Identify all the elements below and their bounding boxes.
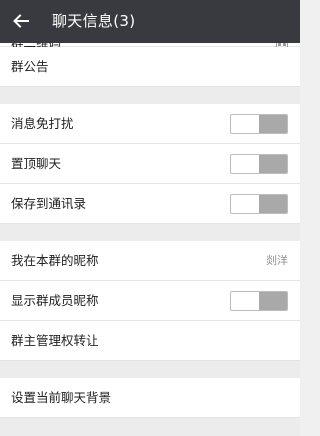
- section-divider: [0, 361, 300, 378]
- toggle-knob: [259, 115, 287, 133]
- toggle-knob: [259, 292, 287, 310]
- show-nicknames-toggle[interactable]: [230, 291, 288, 311]
- save-contacts-toggle[interactable]: [230, 194, 288, 214]
- row-announcement[interactable]: 群公告: [0, 47, 300, 87]
- row-transfer-owner[interactable]: 群主管理权转让: [0, 321, 300, 361]
- toggle-knob: [259, 155, 287, 173]
- row-my-nickname[interactable]: 我在本群的昵称 剡洋: [0, 241, 300, 281]
- row-mute[interactable]: 消息免打扰: [0, 104, 300, 144]
- chat-info-screen: 聊天信息(3) 群二维码 群公告 消息免打扰 置顶聊天: [0, 0, 300, 436]
- my-nickname-value: 剡洋: [266, 254, 288, 267]
- back-button[interactable]: [6, 6, 36, 36]
- section-divider: [0, 224, 300, 241]
- toggle-knob: [259, 195, 287, 213]
- row-show-nicknames[interactable]: 显示群成员昵称: [0, 281, 300, 321]
- transfer-owner-label: 群主管理权转让: [11, 333, 99, 348]
- sticky-label: 置顶聊天: [11, 156, 62, 171]
- mute-label: 消息免打扰: [11, 116, 74, 131]
- my-nickname-label: 我在本群的昵称: [11, 253, 99, 268]
- sticky-toggle[interactable]: [230, 154, 288, 174]
- chat-background-label: 设置当前聊天背景: [11, 390, 112, 405]
- row-sticky[interactable]: 置顶聊天: [0, 144, 300, 184]
- mute-toggle[interactable]: [230, 114, 288, 134]
- settings-list: 群二维码 群公告 消息免打扰 置顶聊天 保存到通讯录: [0, 35, 300, 418]
- announcement-label: 群公告: [11, 59, 49, 74]
- arrow-left-icon: [13, 14, 29, 28]
- page-title: 聊天信息(3): [52, 12, 136, 30]
- save-contacts-label: 保存到通讯录: [11, 196, 87, 211]
- top-bar: 聊天信息(3): [0, 0, 300, 43]
- row-chat-background[interactable]: 设置当前聊天背景: [0, 378, 300, 418]
- show-nicknames-label: 显示群成员昵称: [11, 293, 99, 308]
- row-save-contacts[interactable]: 保存到通讯录: [0, 184, 300, 224]
- section-divider: [0, 87, 300, 104]
